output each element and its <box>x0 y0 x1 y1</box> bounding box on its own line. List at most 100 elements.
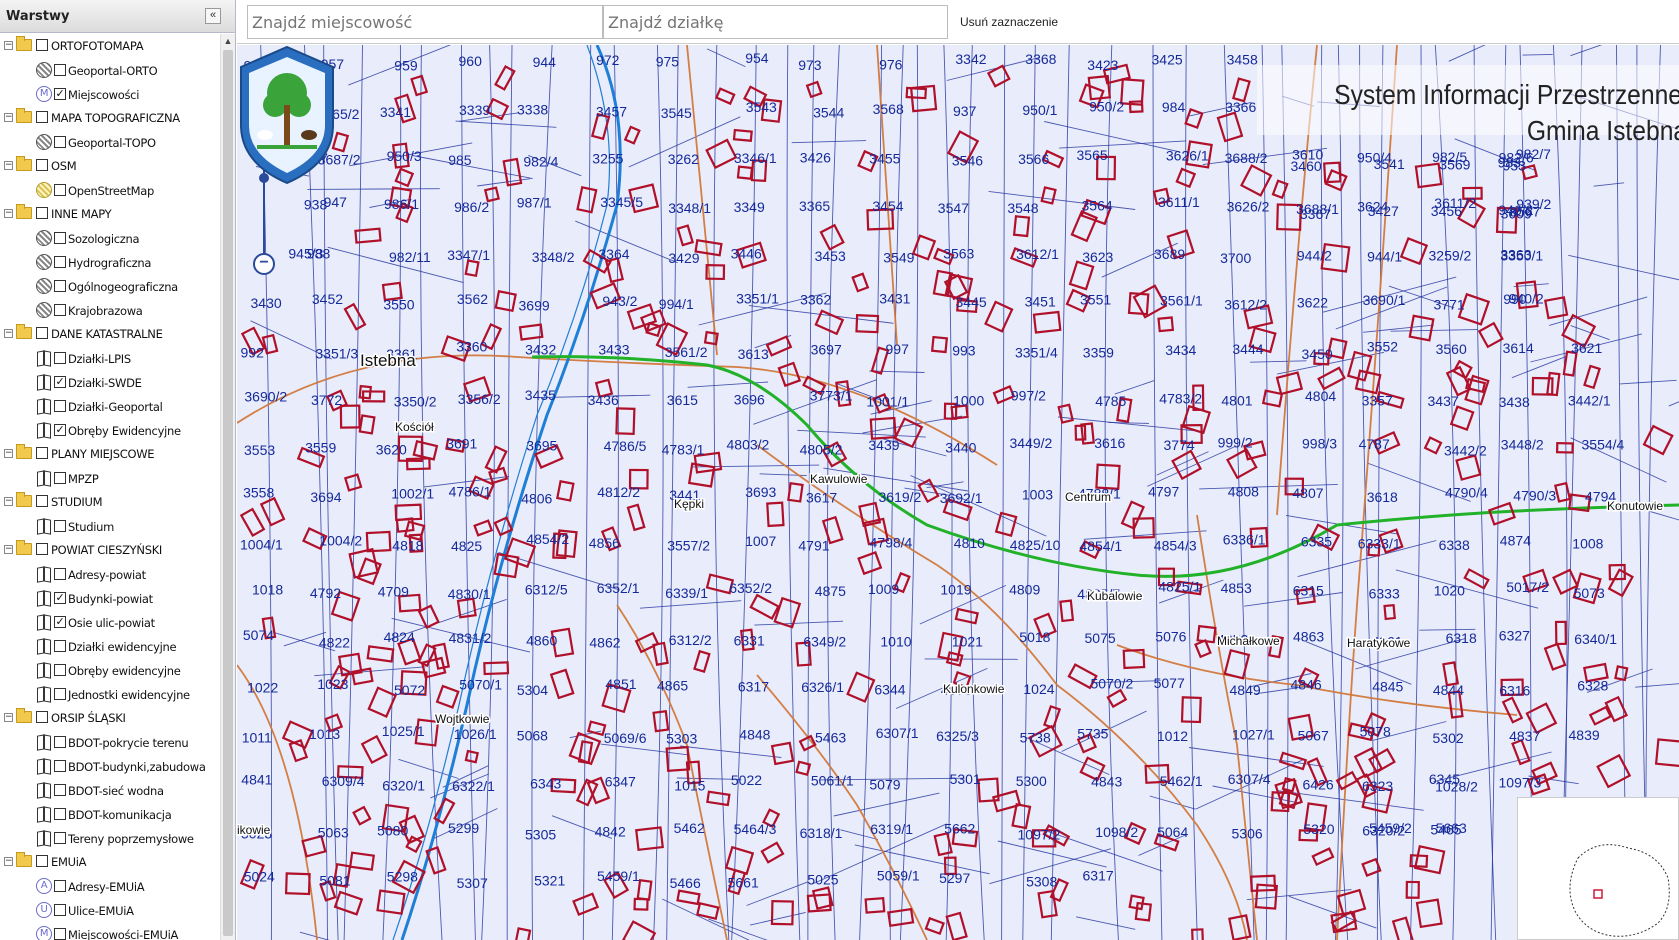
group-checkbox[interactable] <box>36 159 48 171</box>
layer-checkbox[interactable] <box>54 472 66 484</box>
group-checkbox[interactable] <box>36 327 48 339</box>
layer-item[interactable]: BDOT-sieć wodna <box>0 778 221 802</box>
layer-checkbox[interactable] <box>54 256 66 268</box>
layer-checkbox[interactable] <box>54 808 66 820</box>
layer-item[interactable]: Studium <box>0 514 221 538</box>
layer-item[interactable]: Działki-Geoportal <box>0 394 221 418</box>
parcel-search-input[interactable] <box>603 5 948 39</box>
layer-checkbox[interactable] <box>54 232 66 244</box>
layers-panel-header: Warstwy « <box>0 0 235 33</box>
group-checkbox[interactable] <box>36 855 48 867</box>
layer-item[interactable]: BDOT-budynki,zabudowa <box>0 754 221 778</box>
layer-group[interactable]: − OSM <box>0 154 221 178</box>
layer-checkbox[interactable] <box>54 736 66 748</box>
layer-item[interactable]: Działki-LPIS <box>0 346 221 370</box>
layer-item[interactable]: ✓ Obręby Ewidencyjne <box>0 418 221 442</box>
layer-item[interactable]: U Ulice-EMUiA <box>0 898 221 922</box>
layer-item[interactable]: Tereny poprzemysłowe <box>0 826 221 850</box>
map-canvas[interactable]: 9569579599609449729759549739763342336834… <box>237 45 1679 940</box>
layer-checkbox[interactable] <box>54 760 66 772</box>
layer-checkbox[interactable] <box>54 352 66 364</box>
collapse-group-icon[interactable]: − <box>4 329 13 338</box>
layer-item[interactable]: ✓ Osie ulic-powiat <box>0 610 221 634</box>
layer-item[interactable]: Krajobrazowa <box>0 298 221 322</box>
layer-item[interactable]: BDOT-komunikacja <box>0 802 221 826</box>
collapse-group-icon[interactable]: − <box>4 449 13 458</box>
place-search-input[interactable] <box>247 5 603 39</box>
layer-checkbox[interactable] <box>54 904 66 916</box>
layer-checkbox[interactable] <box>54 928 66 940</box>
group-checkbox[interactable] <box>36 39 48 51</box>
layer-checkbox[interactable]: ✓ <box>54 88 66 100</box>
layer-checkbox[interactable]: ✓ <box>54 592 66 604</box>
building <box>770 899 794 926</box>
layer-group[interactable]: − EMUiA <box>0 850 221 874</box>
layer-checkbox[interactable] <box>54 400 66 412</box>
overview-map[interactable] <box>1517 797 1679 940</box>
layer-group[interactable]: − ORSIP ŚLĄSKI <box>0 706 221 730</box>
collapse-group-icon[interactable]: − <box>4 857 13 866</box>
parcel-number: 1013 <box>309 726 340 742</box>
scroll-up-arrow-icon[interactable]: ▲ <box>223 36 233 46</box>
layer-checkbox[interactable] <box>54 520 66 532</box>
layer-checkbox[interactable]: ✓ <box>54 424 66 436</box>
layer-checkbox[interactable] <box>54 136 66 148</box>
collapse-panel-button[interactable]: « <box>205 8 221 24</box>
layer-checkbox[interactable] <box>54 640 66 652</box>
folder-icon <box>16 36 32 51</box>
group-checkbox[interactable] <box>36 711 48 723</box>
layer-checkbox[interactable] <box>54 880 66 892</box>
group-checkbox[interactable] <box>36 543 48 555</box>
layer-group[interactable]: − POWIAT CIESZYŃSKI <box>0 538 221 562</box>
layer-group[interactable]: − PLANY MIEJSCOWE <box>0 442 221 466</box>
layer-item[interactable]: Jednostki ewidencyjne <box>0 682 221 706</box>
collapse-group-icon[interactable]: − <box>4 713 13 722</box>
layer-item[interactable]: Działki ewidencyjne <box>0 634 221 658</box>
collapse-group-icon[interactable]: − <box>4 545 13 554</box>
layer-tree-scrollbar[interactable]: ▲ <box>220 34 235 940</box>
layer-item[interactable]: Hydrograficzna <box>0 250 221 274</box>
layer-checkbox[interactable] <box>54 280 66 292</box>
layer-group[interactable]: − DANE KATASTRALNE <box>0 322 221 346</box>
collapse-group-icon[interactable]: − <box>4 113 13 122</box>
layer-checkbox[interactable] <box>54 784 66 796</box>
zoom-out-button[interactable]: − <box>253 253 275 275</box>
layer-item[interactable]: M Miejscowości-EMUiA <box>0 922 221 940</box>
layer-item[interactable]: BDOT-pokrycie terenu <box>0 730 221 754</box>
collapse-group-icon[interactable]: − <box>4 209 13 218</box>
collapse-group-icon[interactable]: − <box>4 497 13 506</box>
layer-group[interactable]: − INNE MAPY <box>0 202 221 226</box>
group-checkbox[interactable] <box>36 447 48 459</box>
clear-selection-link[interactable]: Usuń zaznaczenie <box>960 15 1058 29</box>
layer-checkbox[interactable]: ✓ <box>54 616 66 628</box>
layer-item[interactable]: A Adresy-EMUiA <box>0 874 221 898</box>
layer-group[interactable]: − STUDIUM <box>0 490 221 514</box>
layer-item[interactable]: Ogólnogeograficzna <box>0 274 221 298</box>
scroll-thumb[interactable] <box>223 50 233 936</box>
layer-checkbox[interactable] <box>54 184 66 196</box>
layer-checkbox[interactable] <box>54 64 66 76</box>
layer-item[interactable]: Obręby ewidencyjne <box>0 658 221 682</box>
layer-checkbox[interactable] <box>54 688 66 700</box>
layer-checkbox[interactable] <box>54 304 66 316</box>
layer-item[interactable]: OpenStreetMap <box>0 178 221 202</box>
layer-item[interactable]: Geoportal-TOPO <box>0 130 221 154</box>
layer-item[interactable]: Geoportal-ORTO <box>0 58 221 82</box>
collapse-group-icon[interactable]: − <box>4 161 13 170</box>
layer-item[interactable]: ✓ Działki-SWDE <box>0 370 221 394</box>
layer-checkbox[interactable]: ✓ <box>54 376 66 388</box>
collapse-group-icon[interactable]: − <box>4 41 13 50</box>
layer-item[interactable]: Adresy-powiat <box>0 562 221 586</box>
layer-item[interactable]: MPZP <box>0 466 221 490</box>
layer-group[interactable]: − ORTOFOTOMAPA <box>0 34 221 58</box>
layer-checkbox[interactable] <box>54 568 66 580</box>
group-checkbox[interactable] <box>36 207 48 219</box>
group-checkbox[interactable] <box>36 495 48 507</box>
layer-item[interactable]: Sozologiczna <box>0 226 221 250</box>
group-checkbox[interactable] <box>36 111 48 123</box>
layer-item[interactable]: M ✓ Miejscowości <box>0 82 221 106</box>
layer-item[interactable]: ✓ Budynki-powiat <box>0 586 221 610</box>
layer-group[interactable]: − MAPA TOPOGRAFICZNA <box>0 106 221 130</box>
layer-checkbox[interactable] <box>54 664 66 676</box>
layer-checkbox[interactable] <box>54 832 66 844</box>
